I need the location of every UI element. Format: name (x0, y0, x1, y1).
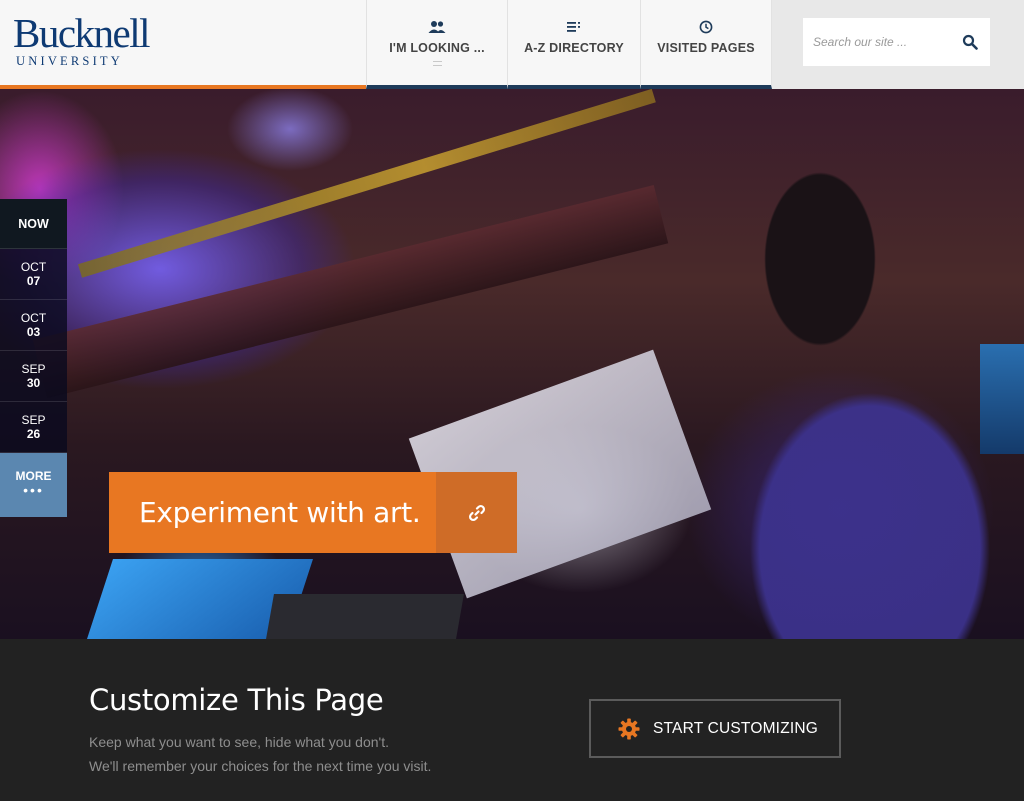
hero-operator (620, 149, 1024, 639)
logo-wordmark: Bucknell (13, 10, 151, 56)
date-day: 30 (26, 376, 41, 390)
nav-visited-pages[interactable]: VISITED PAGES (640, 0, 772, 89)
customize-description-line2: We'll remember your choices for the next… (89, 758, 432, 774)
search-box (803, 18, 990, 66)
hero-monitor (980, 344, 1024, 454)
date-month: SEP (21, 413, 46, 427)
nav-visited-label: VISITED PAGES (657, 41, 755, 55)
date-item[interactable]: SEP 30 (0, 351, 67, 402)
search-area (772, 0, 1024, 89)
date-rail: NOW OCT 07 OCT 03 SEP 30 SEP 26 MORE ••• (0, 199, 67, 517)
people-icon (367, 20, 507, 36)
date-month: SEP (21, 362, 46, 376)
date-month: OCT (20, 260, 47, 274)
link-icon[interactable] (436, 472, 517, 553)
nav-az-directory[interactable]: A-Z DIRECTORY (507, 0, 640, 89)
date-more-label: MORE (15, 469, 52, 483)
hero-image: NOW OCT 07 OCT 03 SEP 30 SEP 26 MORE •••… (0, 89, 1024, 639)
search-icon[interactable] (962, 34, 978, 50)
hero-balcony (32, 185, 669, 399)
start-customizing-label: START CUSTOMIZING (653, 719, 819, 737)
customize-description-line1: Keep what you want to see, hide what you… (89, 734, 389, 750)
site-header: Bucknell UNIVERSITY I'M LOOKING ... A-Z … (0, 0, 1024, 89)
date-now[interactable]: NOW (0, 199, 67, 249)
menu-handle-icon (432, 61, 442, 66)
date-day: 07 (26, 274, 41, 288)
date-item[interactable]: OCT 03 (0, 300, 67, 351)
nav-az-label: A-Z DIRECTORY (524, 41, 624, 55)
date-more-button[interactable]: MORE ••• (0, 453, 67, 517)
date-day: 26 (26, 427, 41, 441)
date-day: 03 (26, 325, 41, 339)
clock-icon (641, 20, 771, 36)
customize-section: Customize This Page Keep what you want t… (0, 639, 1024, 801)
bucknell-logo[interactable]: Bucknell UNIVERSITY (0, 0, 366, 89)
gear-icon (617, 717, 641, 741)
list-icon (508, 20, 640, 36)
hero-keyboard (266, 594, 464, 639)
nav-im-looking[interactable]: I'M LOOKING ... (366, 0, 507, 89)
search-input[interactable] (803, 18, 953, 66)
more-dots-icon: ••• (23, 482, 44, 498)
customize-title: Customize This Page (89, 683, 384, 717)
start-customizing-button[interactable]: START CUSTOMIZING (589, 699, 841, 758)
hero-cta-text[interactable]: Experiment with art. (109, 472, 436, 553)
logo-subtitle: UNIVERSITY (16, 54, 123, 68)
nav-im-looking-label: I'M LOOKING ... (389, 41, 485, 55)
date-now-label: NOW (18, 216, 49, 231)
hero-cta: Experiment with art. (109, 472, 517, 553)
date-item[interactable]: SEP 26 (0, 402, 67, 453)
date-month: OCT (20, 311, 47, 325)
date-item[interactable]: OCT 07 (0, 249, 67, 300)
